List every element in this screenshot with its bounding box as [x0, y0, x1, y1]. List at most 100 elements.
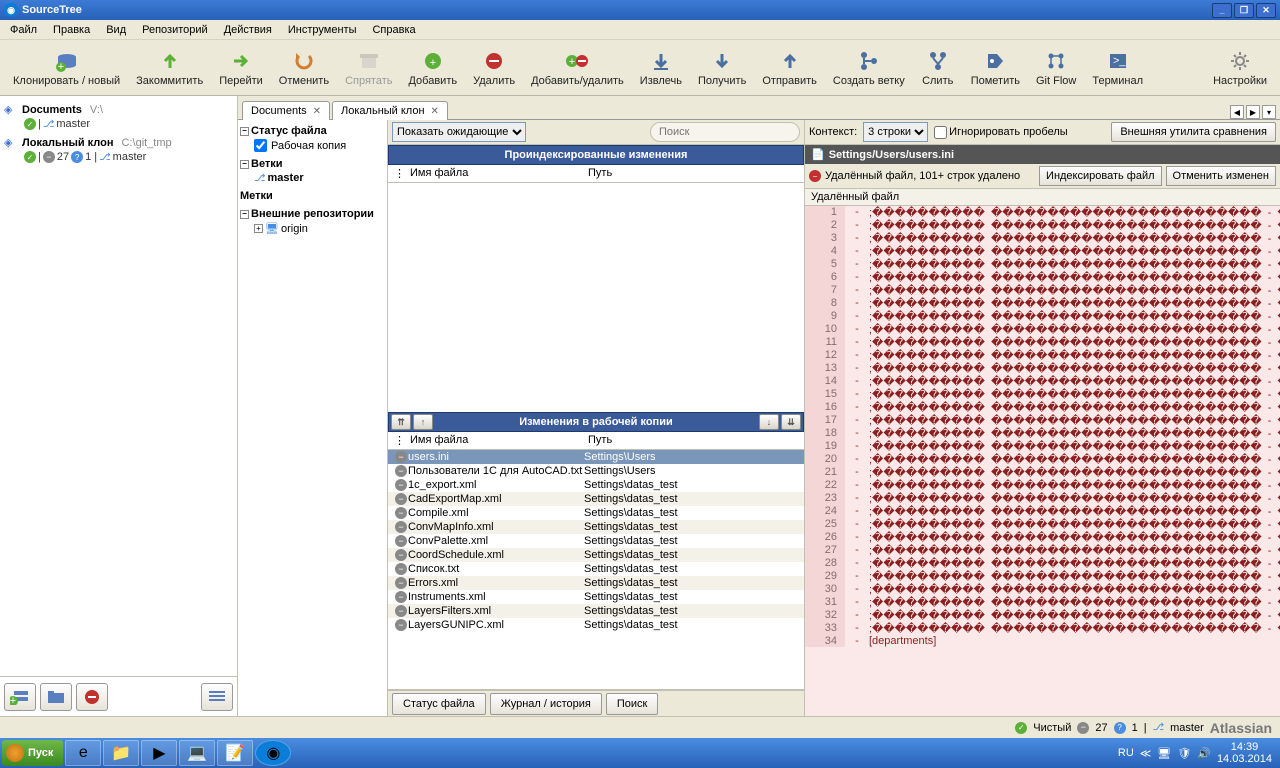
- menu-Репозиторий[interactable]: Репозиторий: [136, 22, 214, 38]
- remove-repo-button[interactable]: [76, 683, 108, 711]
- branch-master[interactable]: ⎇master: [240, 171, 385, 185]
- file-row[interactable]: −Compile.xmlSettings\datas_test: [388, 506, 804, 520]
- tool-Получить[interactable]: Получить: [691, 46, 753, 90]
- working-copy-checkbox[interactable]: [254, 139, 267, 152]
- tool-Слить[interactable]: Слить: [914, 46, 962, 90]
- tool-Закоммитить[interactable]: Закоммитить: [129, 46, 210, 90]
- repo-branch[interactable]: ✓ | ⎇master: [4, 117, 235, 131]
- tray-icon-1[interactable]: 🖥: [1157, 747, 1171, 760]
- tool-Отменить[interactable]: Отменить: [272, 46, 336, 90]
- bottom-tab-Поиск[interactable]: Поиск: [606, 693, 658, 715]
- maximize-button[interactable]: ❐: [1234, 3, 1254, 18]
- diff-line: 34-[departments]: [805, 635, 1280, 647]
- atlassian-logo: Atlassian: [1210, 720, 1272, 736]
- stage-file-button[interactable]: Индексировать файл: [1039, 166, 1162, 186]
- clean-icon: ✓: [1015, 722, 1027, 734]
- bottom-tab-Журнал / история[interactable]: Журнал / история: [490, 693, 602, 715]
- tab-menu[interactable]: ▾: [1262, 105, 1276, 119]
- tool-Добавить/удалить[interactable]: +Добавить/удалить: [524, 46, 631, 90]
- menu-Действия[interactable]: Действия: [218, 22, 278, 38]
- unstaged-banner: ⇈↑ Изменения в рабочей копии ↓⇊: [388, 412, 804, 432]
- discard-file-button[interactable]: Отменить изменен: [1166, 166, 1276, 186]
- remote-origin[interactable]: +🖥origin: [240, 221, 385, 236]
- unstage-down-button[interactable]: ↓: [759, 414, 779, 430]
- stage-all-up-button[interactable]: ⇈: [391, 414, 411, 430]
- remotes-section[interactable]: −Внешние репозитории: [240, 207, 385, 221]
- close-button[interactable]: ✕: [1256, 3, 1276, 18]
- unstage-all-down-button[interactable]: ⇊: [781, 414, 801, 430]
- menu-Инструменты[interactable]: Инструменты: [282, 22, 363, 38]
- file-row[interactable]: −Пользователи 1С для AutoCAD.txtSettings…: [388, 464, 804, 478]
- add-repo-button[interactable]: +: [4, 683, 36, 711]
- taskbar-explorer[interactable]: 📁: [103, 740, 139, 766]
- taskbar-app2[interactable]: 📝: [217, 740, 253, 766]
- diff-line: 24-;���������� ������������������������ …: [805, 505, 1280, 518]
- staged-banner: Проиндексированные изменения: [388, 145, 804, 165]
- taskbar-sourcetree[interactable]: ◉: [255, 740, 291, 766]
- working-copy-item[interactable]: Рабочая копия: [240, 138, 385, 153]
- tool-Отправить[interactable]: Отправить: [755, 46, 824, 90]
- tab-Локальный клон[interactable]: Локальный клон✕: [332, 101, 448, 120]
- file-row[interactable]: −Errors.xmlSettings\datas_test: [388, 576, 804, 590]
- file-row[interactable]: −LayersFilters.xmlSettings\datas_test: [388, 604, 804, 618]
- diff-line: 14-;���������� ������������������������ …: [805, 375, 1280, 388]
- repo-Documents[interactable]: ◈DocumentsV:\: [4, 102, 235, 117]
- branch-icon: ⎇: [1153, 722, 1165, 733]
- tray-icon-2[interactable]: 🛡: [1177, 747, 1191, 760]
- file-row[interactable]: −Instruments.xmlSettings\datas_test: [388, 590, 804, 604]
- removed-icon: −: [395, 549, 407, 561]
- diff-line: 30-;���������� ������������������������ …: [805, 583, 1280, 596]
- bottom-tab-Статус файла[interactable]: Статус файла: [392, 693, 486, 715]
- tool-Добавить[interactable]: +Добавить: [401, 46, 464, 90]
- menu-Файл[interactable]: Файл: [4, 22, 43, 38]
- file-row[interactable]: −users.iniSettings\Users: [388, 450, 804, 464]
- file-row[interactable]: −Список.txtSettings\datas_test: [388, 562, 804, 576]
- taskbar-app1[interactable]: 💻: [179, 740, 215, 766]
- taskbar-media[interactable]: ▶: [141, 740, 177, 766]
- stage-up-button[interactable]: ↑: [413, 414, 433, 430]
- tool-Git Flow[interactable]: Git Flow: [1029, 46, 1083, 90]
- taskbar-ie[interactable]: e: [65, 740, 101, 766]
- external-diff-button[interactable]: Внешняя утилита сравнения: [1111, 122, 1276, 142]
- taskbar: Пуск e 📁 ▶ 💻 📝 ◉ RU ≪ 🖥 🛡 🔊 14:3914.03.2…: [0, 738, 1280, 768]
- menu-Правка[interactable]: Правка: [47, 22, 96, 38]
- close-tab-icon[interactable]: ✕: [431, 106, 439, 117]
- file-row[interactable]: −LayersGUNIPC.xmlSettings\datas_test: [388, 618, 804, 632]
- tool-Клонировать / новый[interactable]: +Клонировать / новый: [6, 46, 127, 90]
- file-row[interactable]: −1c_export.xmlSettings\datas_test: [388, 478, 804, 492]
- folder-button[interactable]: [40, 683, 72, 711]
- tool-Извлечь[interactable]: Извлечь: [633, 46, 689, 90]
- menu-Справка[interactable]: Справка: [366, 22, 421, 38]
- close-tab-icon[interactable]: ✕: [313, 106, 321, 117]
- minimize-button[interactable]: _: [1212, 3, 1232, 18]
- tool-Удалить[interactable]: Удалить: [466, 46, 522, 90]
- file-row[interactable]: −CoordSchedule.xmlSettings\datas_test: [388, 548, 804, 562]
- start-button[interactable]: Пуск: [2, 740, 63, 766]
- repo-Локальный клон[interactable]: ◈Локальный клонC:\git_tmp: [4, 135, 235, 150]
- filter-select[interactable]: Показать ожидающие: [392, 122, 526, 142]
- tool-Перейти[interactable]: Перейти: [212, 46, 270, 90]
- context-select[interactable]: 3 строки: [863, 122, 928, 142]
- language-indicator[interactable]: RU: [1118, 747, 1134, 759]
- list-view-button[interactable]: [201, 683, 233, 711]
- tray-volume-icon[interactable]: 🔊: [1197, 747, 1211, 760]
- file-row[interactable]: −ConvPalette.xmlSettings\datas_test: [388, 534, 804, 548]
- branches-section[interactable]: −Ветки: [240, 157, 385, 171]
- tool-settings[interactable]: Настройки: [1206, 46, 1274, 90]
- file-status-section[interactable]: −Статус файла: [240, 124, 385, 138]
- tags-section[interactable]: Метки: [240, 189, 385, 203]
- clock[interactable]: 14:3914.03.2014: [1217, 741, 1272, 765]
- file-row[interactable]: −CadExportMap.xmlSettings\datas_test: [388, 492, 804, 506]
- tab-next[interactable]: ▶: [1246, 105, 1260, 119]
- tool-Пометить[interactable]: Пометить: [964, 46, 1027, 90]
- search-input[interactable]: [650, 122, 800, 142]
- ignore-whitespace-check[interactable]: Игнорировать пробелы: [934, 126, 1067, 139]
- file-row[interactable]: −ConvMapInfo.xmlSettings\datas_test: [388, 520, 804, 534]
- tab-Documents[interactable]: Documents✕: [242, 101, 330, 120]
- repo-branch[interactable]: ✓ | −27 ?1 | ⎇master: [4, 150, 235, 164]
- tool-Терминал[interactable]: >_Терминал: [1085, 46, 1150, 90]
- tool-Создать ветку[interactable]: Создать ветку: [826, 46, 912, 90]
- menu-Вид[interactable]: Вид: [100, 22, 132, 38]
- tab-prev[interactable]: ◀: [1230, 105, 1244, 119]
- tray-chevron[interactable]: ≪: [1140, 747, 1152, 760]
